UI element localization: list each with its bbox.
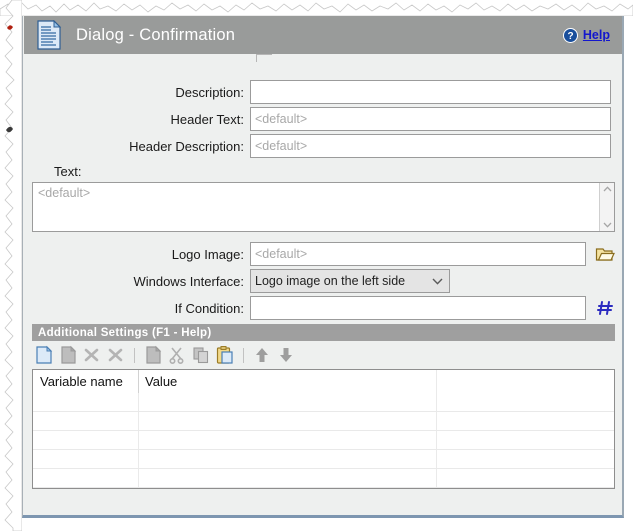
- windows-interface-label: Windows Interface:: [133, 273, 244, 289]
- dialog-window: Dialog - Confirmation ? Help Description…: [22, 14, 624, 518]
- chevron-down-icon[interactable]: [432, 278, 443, 285]
- cut-icon: [167, 345, 187, 365]
- header-divider-1: [138, 370, 139, 393]
- text-scrollbar[interactable]: [599, 183, 614, 231]
- text-textarea-value[interactable]: <default>: [33, 183, 599, 231]
- table-row[interactable]: [33, 449, 614, 450]
- field-row-logo-image: Logo Image: <default>: [24, 242, 622, 266]
- question-circle-icon: ?: [562, 27, 578, 43]
- logo-image-input[interactable]: <default>: [250, 242, 586, 266]
- screenshot-root: Dialog - Confirmation ? Help Description…: [0, 0, 633, 531]
- description-input[interactable]: [250, 80, 611, 104]
- svg-text:?: ?: [567, 31, 573, 42]
- table-row[interactable]: [33, 468, 614, 469]
- table-row[interactable]: [33, 430, 614, 431]
- table-row[interactable]: [33, 487, 614, 488]
- field-row-header-description: Header Description: <default>: [24, 134, 622, 158]
- chevron-up-icon[interactable]: [603, 186, 612, 192]
- field-row-description: Description:: [24, 80, 622, 104]
- column-header-value[interactable]: Value: [138, 370, 177, 393]
- paste-icon[interactable]: [215, 345, 235, 365]
- delete-all-records-icon: [106, 345, 126, 365]
- delete-record-icon: [82, 345, 102, 365]
- hash-icon[interactable]: [596, 298, 616, 318]
- dialog-titlebar: Dialog - Confirmation ? Help: [24, 16, 622, 54]
- duplicate-record-icon: [58, 345, 78, 365]
- column-header-variable-name[interactable]: Variable name: [33, 370, 123, 393]
- header-text-input[interactable]: <default>: [250, 107, 611, 131]
- logo-image-label: Logo Image:: [171, 246, 244, 262]
- description-label: Description:: [175, 84, 244, 100]
- if-condition-input[interactable]: [250, 296, 586, 320]
- table-row[interactable]: [33, 411, 614, 412]
- text-label: Text:: [54, 164, 82, 179]
- toolbar-separator: [243, 347, 244, 363]
- header-description-input[interactable]: <default>: [250, 134, 611, 158]
- help-link-group[interactable]: ? Help: [562, 27, 610, 43]
- variables-table[interactable]: Variable name Value: [32, 369, 615, 489]
- column-divider-1: [138, 393, 139, 488]
- header-text-label: Header Text:: [170, 111, 244, 127]
- new-record-icon[interactable]: [34, 345, 54, 365]
- if-condition-label: If Condition:: [174, 300, 244, 316]
- field-row-if-condition: If Condition:: [24, 296, 622, 320]
- table-header-row: Variable name Value: [33, 370, 614, 393]
- copy-page-icon: [143, 345, 163, 365]
- tab-border-remnant: [256, 54, 272, 62]
- windows-interface-selected-value: Logo image on the left side: [255, 274, 406, 288]
- dialog-body: Description: Header Text: <default> Head…: [24, 54, 622, 515]
- torn-paper-left-edge: [4, 0, 22, 531]
- text-textarea[interactable]: <default>: [32, 182, 615, 232]
- additional-settings-header: Additional Settings (F1 - Help): [32, 324, 615, 341]
- field-row-windows-interface: Windows Interface: Logo image on the lef…: [24, 269, 622, 293]
- toolbar-separator: [134, 347, 135, 363]
- additional-settings-toolbar: [32, 343, 615, 367]
- help-link-label[interactable]: Help: [583, 28, 610, 42]
- field-row-header-text: Header Text: <default>: [24, 107, 622, 131]
- move-down-icon: [276, 345, 296, 365]
- document-icon: [36, 19, 62, 50]
- dialog-title: Dialog - Confirmation: [76, 25, 236, 44]
- chevron-down-icon[interactable]: [603, 222, 612, 228]
- move-up-icon: [252, 345, 272, 365]
- header-description-label: Header Description:: [129, 138, 244, 154]
- windows-interface-dropdown[interactable]: Logo image on the left side: [250, 269, 450, 293]
- copy-icon: [191, 345, 211, 365]
- open-folder-icon[interactable]: [595, 244, 615, 264]
